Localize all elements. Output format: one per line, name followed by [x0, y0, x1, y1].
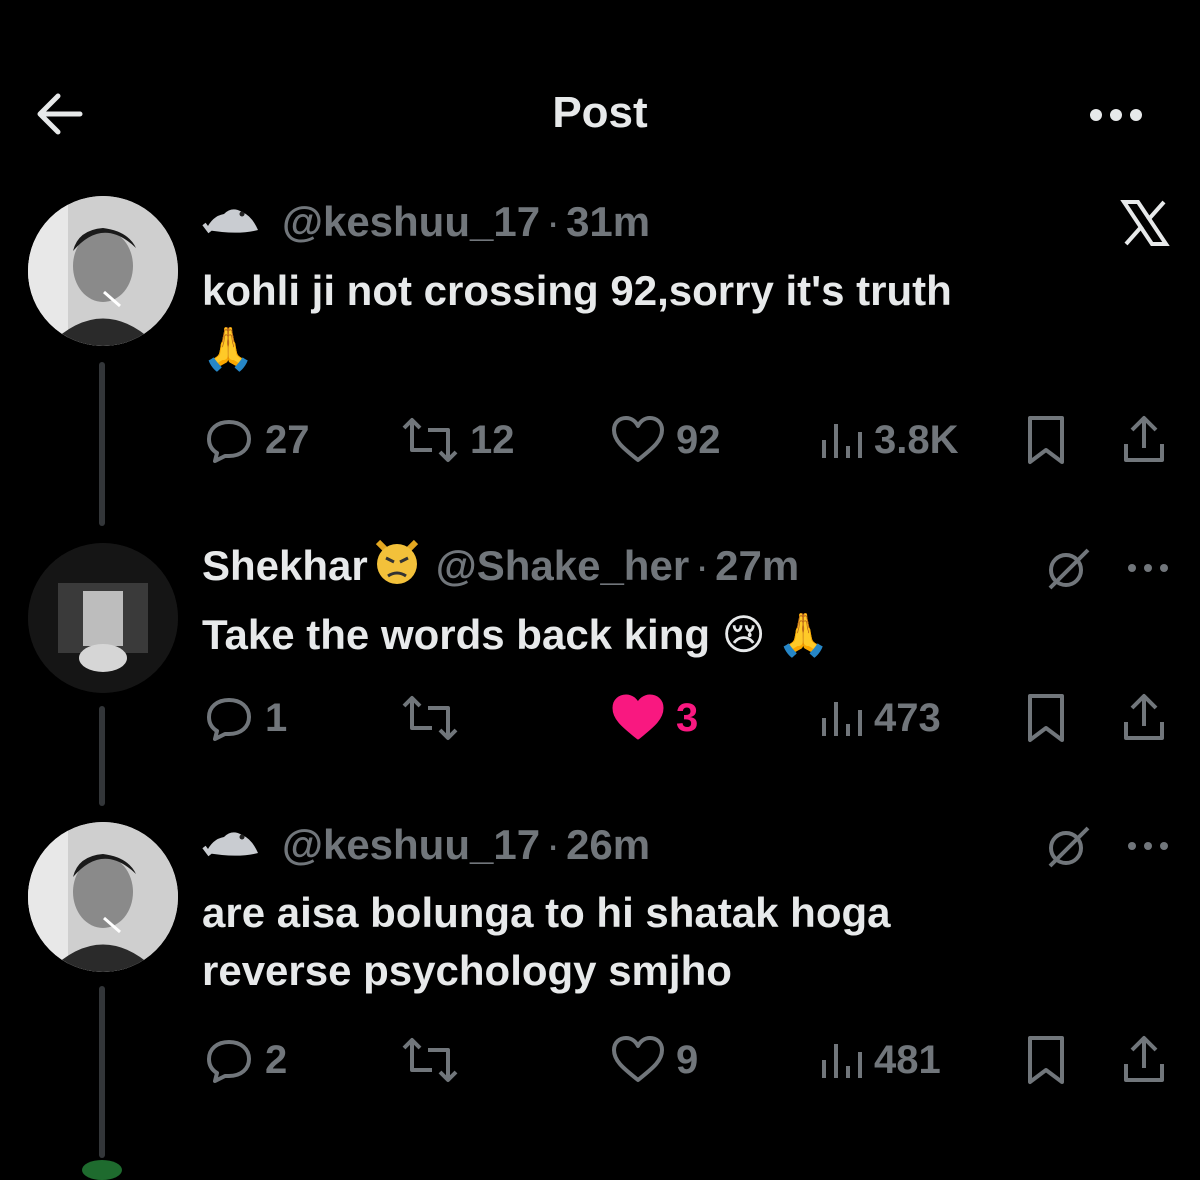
post-text: Take the words back king 😢 🙏: [202, 611, 830, 658]
repost-icon: [402, 696, 458, 740]
reply-icon: [207, 420, 251, 463]
bookmark-icon: [1028, 416, 1064, 464]
reply-icon: [207, 698, 251, 741]
more-icon[interactable]: [1126, 836, 1170, 856]
like-button[interactable]: 9: [610, 1030, 698, 1090]
reply-button[interactable]: 27: [203, 410, 310, 470]
reply-icon: [207, 1040, 251, 1083]
top-bar: Post: [0, 0, 1200, 230]
repost-button[interactable]: [400, 1030, 470, 1090]
next-avatar-partial[interactable]: [82, 1160, 122, 1180]
bookmark-icon: [1028, 1036, 1064, 1084]
post-header: @keshuu_17 · 31m: [202, 197, 650, 247]
bookmark-button[interactable]: [1024, 1030, 1068, 1090]
like-button[interactable]: 92: [610, 410, 721, 470]
post-text: kohli ji not crossing 92,sorry it's trut…: [202, 267, 952, 372]
bookmark-button[interactable]: [1024, 410, 1068, 470]
x-logo-icon: [1118, 196, 1172, 250]
post-text: are aisa bolunga to hi shatak hoga rever…: [202, 889, 891, 994]
bookmark-icon: [1028, 694, 1064, 742]
post-display-name[interactable]: Shekhar: [202, 542, 368, 590]
share-button[interactable]: [1120, 688, 1168, 748]
post-handle[interactable]: @Shake_her: [436, 542, 689, 590]
views-icon: [822, 1044, 862, 1078]
share-button[interactable]: [1120, 1030, 1168, 1090]
more-icon[interactable]: [1126, 558, 1170, 578]
angry-cat-icon: [372, 536, 422, 596]
avatar[interactable]: [28, 822, 178, 972]
post-header: Shekhar @Shake_her · 27m: [202, 539, 799, 591]
seal-icon: [202, 821, 262, 869]
heart-icon: [612, 694, 664, 740]
repost-button[interactable]: [400, 688, 470, 748]
views-button[interactable]: 481: [818, 1030, 941, 1090]
repost-icon: [402, 1038, 458, 1082]
post-time[interactable]: 27m: [715, 542, 799, 590]
post-actions: 1 3 473: [0, 688, 1200, 748]
heart-icon: [612, 416, 664, 462]
reply-button[interactable]: 1: [203, 688, 287, 748]
like-button[interactable]: 3: [610, 688, 698, 748]
repost-button[interactable]: 12: [400, 410, 515, 470]
post-time[interactable]: 31m: [566, 198, 650, 246]
share-icon: [1124, 1036, 1164, 1082]
reply-button[interactable]: 2: [203, 1030, 287, 1090]
views-button[interactable]: 3.8K: [818, 410, 959, 470]
more-icon[interactable]: [1086, 100, 1146, 130]
post-header: @keshuu_17 · 26m: [202, 820, 650, 870]
share-button[interactable]: [1120, 410, 1168, 470]
share-icon: [1124, 416, 1164, 462]
post-handle[interactable]: @keshuu_17: [282, 821, 540, 869]
bookmark-button[interactable]: [1024, 688, 1068, 748]
post-handle[interactable]: @keshuu_17: [282, 198, 540, 246]
views-button[interactable]: 473: [818, 688, 941, 748]
seal-icon: [202, 198, 262, 246]
grok-icon[interactable]: [1044, 822, 1092, 870]
views-icon: [822, 424, 862, 458]
share-icon: [1124, 694, 1164, 740]
avatar[interactable]: [28, 196, 178, 346]
post-time[interactable]: 26m: [566, 821, 650, 869]
page-title: Post: [552, 88, 648, 137]
views-icon: [822, 702, 862, 736]
post-actions: 2 9 481: [0, 1030, 1200, 1090]
avatar[interactable]: [28, 543, 178, 693]
grok-icon[interactable]: [1044, 544, 1092, 592]
repost-icon: [402, 418, 458, 462]
heart-icon: [612, 1036, 664, 1082]
post-actions: 27 12 92 3.8K: [0, 410, 1200, 470]
